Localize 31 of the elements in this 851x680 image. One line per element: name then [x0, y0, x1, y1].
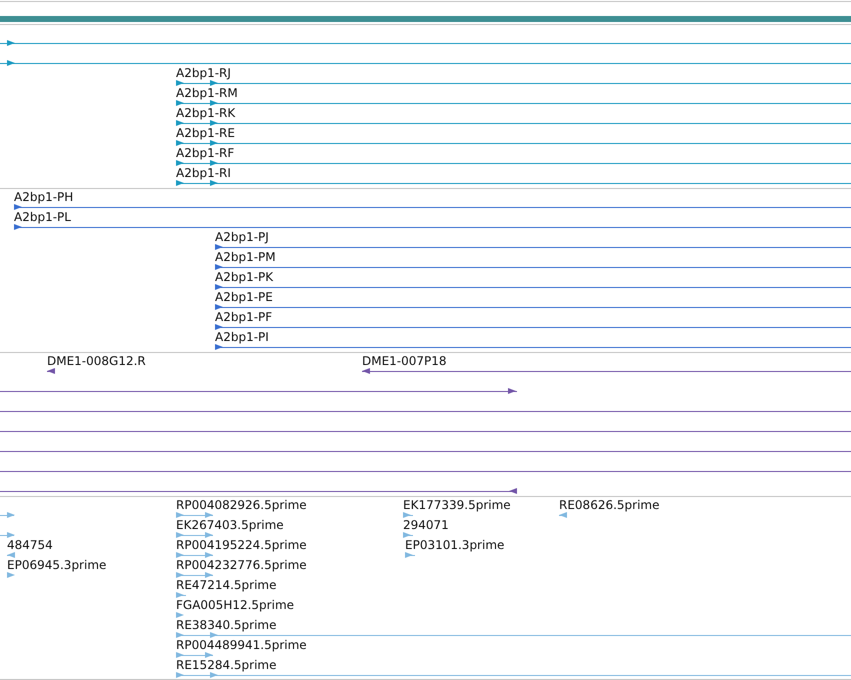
feature-label: RE38340.5prime — [176, 618, 276, 632]
feature-label: 294071 — [403, 518, 449, 532]
feature-label: EK177339.5prime — [403, 498, 511, 512]
feature-label: EP06945.3prime — [7, 558, 106, 572]
feature-label: A2bp1-PL — [14, 210, 71, 224]
feature-label: A2bp1-PK — [215, 270, 274, 284]
feature-label: RP004195224.5prime — [176, 538, 307, 552]
feature-label: A2bp1-RJ — [176, 66, 231, 80]
feature-label: A2bp1-PF — [215, 310, 272, 324]
feature-label: FGA005H12.5prime — [176, 598, 294, 612]
feature-label: DME1-008G12.R — [47, 354, 146, 368]
feature-label: DME1-007P18 — [362, 354, 447, 368]
feature-label: A2bp1-RE — [176, 126, 235, 140]
feature-label: A2bp1-RM — [176, 86, 238, 100]
feature-label: A2bp1-PM — [215, 250, 276, 264]
feature-label: RP004489941.5prime — [176, 638, 307, 652]
feature-label: RE15284.5prime — [176, 658, 276, 672]
feature-label: A2bp1-RI — [176, 166, 231, 180]
feature-label: EP03101.3prime — [405, 538, 504, 552]
feature-label: RE08626.5prime — [559, 498, 660, 512]
feature-label: A2bp1-RF — [176, 146, 234, 160]
feature-label: 484754 — [7, 538, 53, 552]
feature-label: A2bp1-RK — [176, 106, 236, 120]
feature-label: RP004232776.5prime — [176, 558, 307, 572]
feature-label: RP004082926.5prime — [176, 498, 307, 512]
feature-label: A2bp1-PE — [215, 290, 273, 304]
feature-label: A2bp1-PH — [14, 190, 74, 204]
feature-label: A2bp1-PI — [215, 330, 269, 344]
feature-label: EK267403.5prime — [176, 518, 284, 532]
feature-label: A2bp1-PJ — [215, 230, 269, 244]
feature-label: RE47214.5prime — [176, 578, 276, 592]
